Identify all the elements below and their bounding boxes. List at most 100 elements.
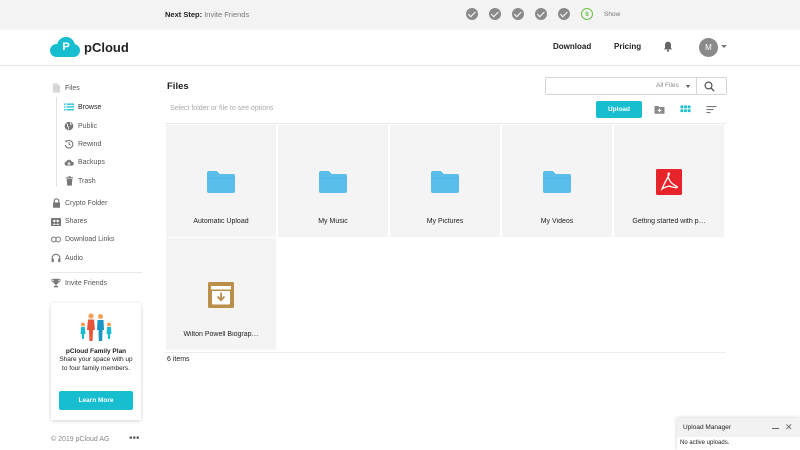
folder-tile-my-pictures[interactable]: My Pictures: [390, 125, 500, 237]
trophy-icon: [51, 278, 61, 288]
upload-manager-status: No active uploads.: [680, 440, 730, 446]
step-done-icon: [489, 8, 501, 20]
next-step-value[interactable]: Invite Friends: [204, 10, 249, 19]
list-bottom-divider: [165, 352, 726, 353]
tile-name: Automatic Upload: [193, 218, 249, 225]
brand-name: pCloud: [84, 39, 129, 55]
search-filter-select[interactable]: All Files: [656, 82, 679, 89]
grid-view-icon[interactable]: [680, 104, 691, 115]
sidebar-item-label: Crypto Folder: [65, 199, 108, 207]
current-step-badge: 6: [581, 8, 593, 20]
tile-name: Wilton Powell Biograp…: [183, 331, 259, 338]
more-options-icon[interactable]: •••: [129, 433, 140, 444]
folder-icon: [319, 171, 347, 193]
sidebar-item-download-links[interactable]: Download Links: [51, 234, 114, 244]
search-input[interactable]: All Files: [545, 77, 727, 95]
sidebar-item-label: Invite Friends: [65, 279, 108, 287]
pdf-icon: [656, 169, 682, 195]
tile-name: My Videos: [540, 218, 574, 225]
tile-name: My Pictures: [426, 218, 464, 225]
folder-icon: [207, 171, 235, 193]
sidebar-item-rewind[interactable]: Rewind: [64, 139, 101, 149]
nav-download-link[interactable]: Download: [553, 42, 591, 51]
sidebar-item-shares[interactable]: Shares: [51, 216, 87, 226]
headphones-icon: [51, 253, 61, 263]
folder-tile-automatic-upload[interactable]: Automatic Upload: [166, 125, 276, 237]
step-done-icon: [466, 8, 478, 20]
promo-title: pCloud Family Plan: [65, 348, 127, 355]
page-title: Files: [167, 81, 189, 92]
rewind-icon: [64, 139, 74, 149]
search-icon[interactable]: [704, 81, 715, 92]
sidebar-item-audio[interactable]: Audio: [51, 253, 83, 263]
lock-icon: [51, 198, 61, 208]
learn-more-button[interactable]: Learn More: [59, 391, 133, 410]
sidebar-item-label: Rewind: [78, 140, 102, 148]
sidebar-item-label: Shares: [65, 217, 88, 225]
file-icon: [51, 83, 61, 93]
search-separator: [696, 78, 697, 94]
shares-icon: [51, 216, 61, 226]
upload-manager-header[interactable]: Upload Manager ✕: [677, 418, 800, 437]
chevron-down-icon[interactable]: [721, 45, 727, 48]
promo-description: Share your space with up to four family …: [59, 356, 133, 372]
chevron-down-icon[interactable]: [686, 85, 690, 88]
folder-tile-my-music[interactable]: My Music: [278, 125, 388, 237]
folder-icon: [431, 171, 459, 193]
sort-icon[interactable]: [706, 104, 717, 115]
trash-icon: [64, 176, 74, 186]
tile-name: My Music: [318, 218, 348, 225]
cloud-backup-icon: [64, 157, 74, 167]
sidebar-item-label: Backups: [78, 158, 105, 166]
upload-button[interactable]: Upload: [596, 101, 642, 118]
step-done-icon: [558, 8, 570, 20]
step-done-icon: [512, 8, 524, 20]
family-illustration-icon: [80, 313, 112, 341]
folder-icon: [543, 171, 571, 193]
sidebar-item-files[interactable]: Files: [51, 83, 80, 93]
list-top-divider: [165, 123, 726, 124]
sidebar-item-label: Trash: [78, 177, 96, 185]
globe-icon: [64, 121, 74, 131]
nav-pricing-link[interactable]: Pricing: [614, 42, 641, 51]
list-icon: [64, 102, 74, 112]
sidebar-item-label: Public: [78, 122, 98, 130]
sidebar-item-backups[interactable]: Backups: [64, 157, 105, 167]
close-icon[interactable]: ✕: [785, 423, 793, 432]
upload-manager-title: Upload Manager: [683, 424, 732, 431]
folder-tile-my-videos[interactable]: My Videos: [502, 125, 612, 237]
new-folder-icon[interactable]: [654, 104, 665, 115]
pcloud-logo[interactable]: P pCloud: [50, 37, 129, 57]
family-plan-promo-card: pCloud Family Plan Share your space with…: [51, 303, 141, 420]
sidebar-item-label: Download Links: [65, 235, 115, 243]
link-icon: [51, 234, 61, 244]
sidebar-divider: [50, 272, 142, 273]
sidebar-item-crypto-folder[interactable]: Crypto Folder: [51, 198, 107, 208]
top-header: P pCloud Download Pricing M: [0, 30, 800, 66]
selection-hint: Select folder or file to see options: [170, 105, 274, 112]
next-step-label: Next Step:: [165, 10, 203, 19]
bell-icon[interactable]: [663, 41, 673, 52]
sidebar-item-trash[interactable]: Trash: [64, 176, 96, 186]
submenu-guide-line: [56, 97, 57, 187]
pcloud-cloud-icon: P: [50, 37, 80, 57]
sidebar-item-label: Files: [65, 84, 80, 92]
next-step-text: Next Step: Invite Friends: [165, 10, 249, 19]
file-tile-wilton-powell-archive[interactable]: Wilton Powell Biograp…: [166, 238, 276, 350]
file-tile-getting-started-pdf[interactable]: Getting started with p…: [614, 125, 724, 237]
archive-icon: [208, 282, 234, 308]
step-done-icon: [535, 8, 547, 20]
sidebar-item-label: Audio: [65, 254, 83, 262]
tile-name: Getting started with p…: [632, 218, 706, 225]
sidebar-item-invite-friends[interactable]: Invite Friends: [51, 278, 107, 288]
step-progress: 6 Show: [466, 8, 620, 20]
sidebar-item-browse[interactable]: Browse: [64, 102, 101, 112]
sidebar-item-public[interactable]: Public: [64, 121, 97, 131]
sidebar-item-label: Browse: [78, 103, 102, 111]
show-steps-link[interactable]: Show: [604, 11, 620, 18]
copyright-text: © 2019 pCloud AG: [51, 436, 110, 443]
next-step-banner: Next Step: Invite Friends 6 Show: [0, 0, 800, 30]
minimize-icon[interactable]: [772, 428, 779, 429]
avatar[interactable]: M: [699, 38, 718, 57]
upload-manager-panel: Upload Manager ✕ No active uploads.: [677, 418, 800, 450]
